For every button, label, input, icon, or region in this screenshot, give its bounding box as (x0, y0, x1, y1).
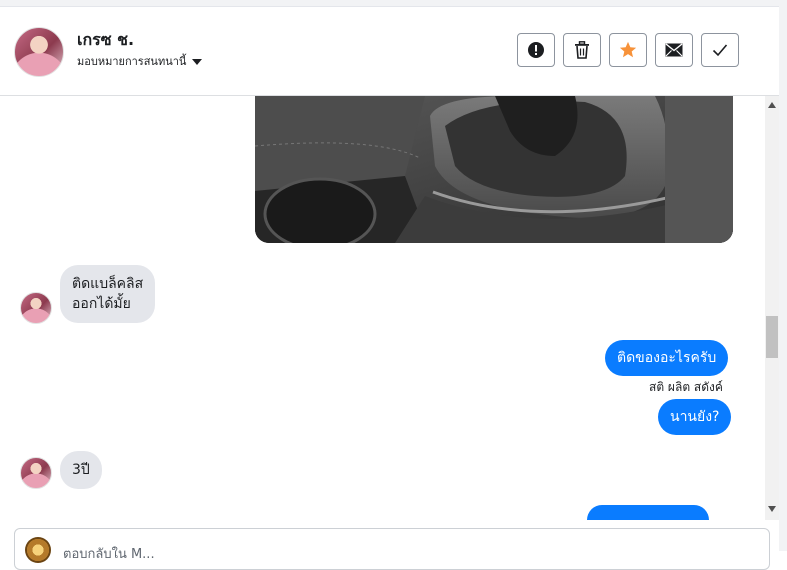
sender-label: สติ ผลิต สดังค์ (649, 380, 723, 394)
message-image[interactable] (255, 96, 733, 243)
outgoing-message-partial[interactable] (587, 505, 709, 520)
incoming-message[interactable]: 3ปี (60, 451, 102, 489)
done-button[interactable] (701, 33, 739, 67)
contact-avatar[interactable] (14, 27, 64, 77)
assign-label: มอบหมายการสนทนานี้ (77, 55, 187, 68)
outgoing-message[interactable]: นานยัง? (658, 399, 732, 435)
check-icon (712, 44, 728, 57)
alert-circle-icon (528, 42, 544, 58)
header-actions (517, 33, 739, 67)
delete-button[interactable] (563, 33, 601, 67)
reply-composer[interactable]: ตอบกลับใน M... (14, 528, 770, 570)
chevron-down-icon (192, 59, 203, 65)
page-avatar (25, 537, 51, 563)
outgoing-message[interactable]: ติดของอะไรครับ (605, 340, 729, 376)
scroll-up-icon[interactable] (768, 102, 776, 108)
report-button[interactable] (517, 33, 555, 67)
contact-avatar-small (20, 292, 52, 324)
window-right-edge (779, 0, 787, 551)
trash-icon (575, 41, 589, 59)
star-button[interactable] (609, 33, 647, 67)
mark-unread-button[interactable] (655, 33, 693, 67)
contact-name[interactable]: เกรซ ช. (77, 28, 134, 53)
reply-input[interactable]: ตอบกลับใน M... (63, 543, 155, 564)
thread-scrollbar[interactable] (765, 96, 779, 520)
window-top-strip (0, 0, 779, 7)
star-icon (619, 41, 637, 58)
message-thread[interactable]: ติดแบล็คลิส ออกได้มั้ย ติดของอะไรครับ สต… (0, 96, 765, 520)
incoming-message[interactable]: ติดแบล็คลิส ออกได้มั้ย (60, 265, 156, 323)
contact-avatar-small (20, 457, 52, 489)
assign-conversation-dropdown[interactable]: มอบหมายการสนทนานี้ (77, 52, 203, 70)
conversation-header: เกรซ ช. มอบหมายการสนทนานี้ (0, 7, 779, 96)
scrollbar-thumb[interactable] (766, 316, 778, 358)
scroll-down-icon[interactable] (768, 506, 776, 512)
envelope-icon (665, 43, 683, 57)
car-gear-shift-photo (255, 96, 733, 243)
